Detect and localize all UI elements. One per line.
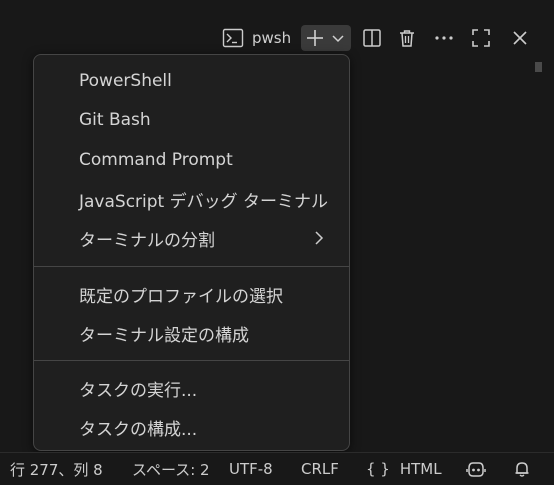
bell-icon[interactable] [513,453,531,485]
braces-icon: { } [366,460,390,478]
close-icon[interactable] [509,27,531,49]
more-icon[interactable] [432,27,456,49]
menu-item-select-default-profile[interactable]: 既定のプロファイルの選択 [34,277,349,311]
menu-item-javascript-debug-terminal[interactable]: JavaScript デバッグ ターミナル [34,182,349,216]
terminal-name[interactable]: pwsh [252,27,291,49]
menu-item-configure-terminal-settings[interactable]: ターミナル設定の構成 [34,316,349,350]
menu-item-label: ターミナルの分割 [79,230,215,251]
trash-icon[interactable] [396,27,418,49]
menu-item-git-bash[interactable]: Git Bash [34,103,349,137]
menu-item-configure-task[interactable]: タスクの構成... [34,410,349,444]
status-bar: 行 277、列 8 スペース: 2 UTF-8 CRLF { } HTML [0,452,554,485]
copilot-icon[interactable] [466,453,486,485]
maximize-icon[interactable] [470,27,492,49]
status-eol[interactable]: CRLF [301,453,339,485]
chevron-right-icon [313,230,325,251]
status-cursor-position[interactable]: 行 277、列 8 [10,453,103,485]
menu-item-powershell[interactable]: PowerShell [34,64,349,98]
chevron-down-icon[interactable] [328,27,348,49]
plus-icon[interactable] [303,27,327,49]
terminal-icon[interactable] [221,27,245,49]
menu-item-run-task[interactable]: タスクの実行... [34,371,349,405]
menu-separator [34,266,349,267]
new-terminal-dropdown-menu: PowerShell Git Bash Command Prompt JavaS… [33,54,350,451]
status-encoding[interactable]: UTF-8 [229,453,273,485]
menu-item-command-prompt[interactable]: Command Prompt [34,143,349,177]
status-indentation[interactable]: スペース: 2 [132,453,210,485]
split-icon[interactable] [361,27,383,49]
terminal-toolbar: pwsh [0,18,554,58]
scrollbar-thumb[interactable] [535,62,542,72]
menu-separator [34,360,349,361]
status-language-mode[interactable]: { } HTML [366,453,442,485]
status-language-label: HTML [399,460,442,478]
menu-item-split-terminal[interactable]: ターミナルの分割 [34,221,349,255]
